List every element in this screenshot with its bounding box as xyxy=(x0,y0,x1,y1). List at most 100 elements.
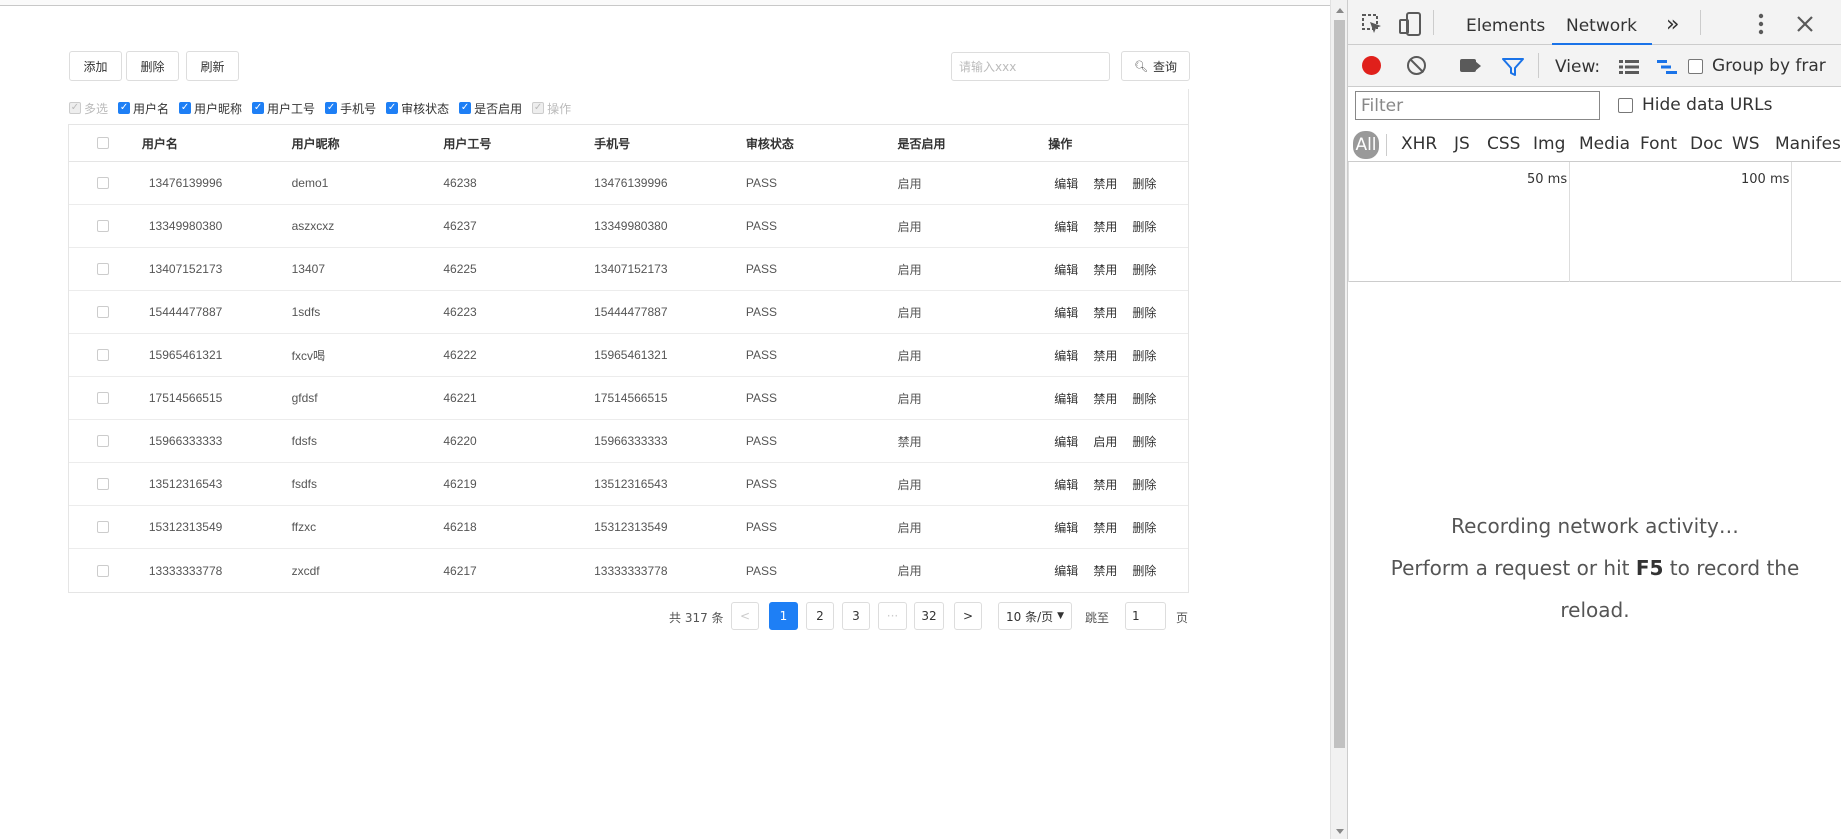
next-page-button[interactable]: > xyxy=(954,602,982,630)
row-checkbox[interactable] xyxy=(96,349,109,361)
toggle-enable-link[interactable]: 禁用 xyxy=(1093,562,1117,579)
page-ellipsis-button[interactable]: ··· xyxy=(878,602,907,630)
delete-link[interactable]: 删除 xyxy=(1132,390,1156,407)
type-filter-ws[interactable]: WS xyxy=(1732,134,1760,154)
page-size-select[interactable]: 10 条/页 ▼ xyxy=(998,602,1072,630)
delete-link[interactable]: 删除 xyxy=(1132,261,1156,278)
row-checkbox[interactable] xyxy=(96,564,109,577)
hide-data-urls-option[interactable]: Hide data URLs xyxy=(1618,95,1772,115)
toggle-enable-link[interactable]: 启用 xyxy=(1093,433,1117,450)
type-filter-manifest[interactable]: Manifes xyxy=(1775,134,1841,154)
edit-link[interactable]: 编辑 xyxy=(1054,562,1078,579)
edit-link[interactable]: 编辑 xyxy=(1054,476,1078,493)
delete-button[interactable]: 删除 xyxy=(126,51,179,81)
column-toggle[interactable]: ✓ 用户工号 xyxy=(252,100,315,117)
delete-link[interactable]: 删除 xyxy=(1132,562,1156,579)
column-toggle-checkbox[interactable]: ✓ xyxy=(386,102,399,114)
clear-icon[interactable] xyxy=(1407,56,1426,75)
delete-link[interactable]: 删除 xyxy=(1132,519,1156,536)
network-timeline-overview[interactable]: 50 ms 100 ms xyxy=(1348,162,1841,282)
record-icon[interactable] xyxy=(1362,56,1381,75)
delete-link[interactable]: 删除 xyxy=(1132,175,1156,192)
toggle-enable-link[interactable]: 禁用 xyxy=(1093,261,1117,278)
toggle-enable-link[interactable]: 禁用 xyxy=(1093,519,1117,536)
camera-icon[interactable] xyxy=(1460,59,1481,72)
tab-network[interactable]: Network xyxy=(1566,16,1637,36)
column-toggle[interactable]: ✓ 用户昵称 xyxy=(179,100,242,117)
row-checkbox[interactable] xyxy=(96,521,109,533)
page-1-button[interactable]: 1 xyxy=(769,602,798,630)
row-checkbox[interactable] xyxy=(96,435,109,447)
edit-link[interactable]: 编辑 xyxy=(1054,261,1078,278)
page-scrollbar[interactable] xyxy=(1330,0,1347,839)
type-filter-font[interactable]: Font xyxy=(1640,134,1677,154)
column-toggle-checkbox[interactable]: ✓ xyxy=(118,102,131,114)
more-tabs-icon[interactable]: » xyxy=(1666,12,1679,37)
column-toggle-checkbox[interactable]: ✓ xyxy=(325,102,338,114)
select-all-checkbox[interactable] xyxy=(96,137,109,149)
toggle-enable-link[interactable]: 禁用 xyxy=(1093,390,1117,407)
scrollbar-thumb[interactable] xyxy=(1334,20,1345,748)
add-button[interactable]: 添加 xyxy=(69,51,122,81)
row-checkbox[interactable] xyxy=(96,177,109,189)
edit-link[interactable]: 编辑 xyxy=(1054,390,1078,407)
row-checkbox[interactable] xyxy=(96,220,109,232)
row-checkbox[interactable] xyxy=(96,263,109,275)
page-3-button[interactable]: 3 xyxy=(842,602,870,630)
type-filter-doc[interactable]: Doc xyxy=(1690,134,1723,154)
hide-data-urls-checkbox[interactable] xyxy=(1618,97,1633,113)
edit-link[interactable]: 编辑 xyxy=(1054,347,1078,364)
column-toggle-checkbox[interactable]: ✓ xyxy=(252,102,265,114)
row-checkbox[interactable] xyxy=(96,478,109,490)
toggle-enable-link[interactable]: 禁用 xyxy=(1093,218,1117,235)
delete-link[interactable]: 删除 xyxy=(1132,304,1156,321)
group-by-frame-checkbox[interactable] xyxy=(1688,58,1703,74)
row-checkbox[interactable] xyxy=(96,306,109,318)
edit-link[interactable]: 编辑 xyxy=(1054,519,1078,536)
column-toggle[interactable]: ✓ 是否启用 xyxy=(459,100,522,117)
type-filter-img[interactable]: Img xyxy=(1533,134,1565,154)
toggle-enable-link[interactable]: 禁用 xyxy=(1093,175,1117,192)
column-toggle[interactable]: ✓ 审核状态 xyxy=(386,100,449,117)
type-filter-xhr[interactable]: XHR xyxy=(1401,134,1437,154)
edit-link[interactable]: 编辑 xyxy=(1054,433,1078,450)
type-filter-media[interactable]: Media xyxy=(1579,134,1630,154)
tab-elements[interactable]: Elements xyxy=(1466,16,1545,36)
jump-page-input[interactable]: 1 xyxy=(1125,602,1166,630)
edit-link[interactable]: 编辑 xyxy=(1054,218,1078,235)
waterfall-view-icon[interactable] xyxy=(1656,59,1678,75)
kebab-menu-icon[interactable] xyxy=(1758,13,1764,35)
delete-link[interactable]: 删除 xyxy=(1132,476,1156,493)
inspect-element-icon[interactable] xyxy=(1361,13,1383,35)
type-filter-js[interactable]: JS xyxy=(1454,134,1470,154)
edit-link[interactable]: 编辑 xyxy=(1054,175,1078,192)
filter-input[interactable]: Filter xyxy=(1355,91,1600,120)
delete-link[interactable]: 删除 xyxy=(1132,218,1156,235)
group-by-frame-option[interactable]: Group by frar xyxy=(1688,56,1826,76)
row-checkbox[interactable] xyxy=(96,392,109,404)
search-input[interactable]: 请输入xxx xyxy=(951,52,1110,81)
column-toggle-checkbox[interactable]: ✓ xyxy=(459,102,472,114)
prev-page-button[interactable]: < xyxy=(731,602,759,630)
delete-link[interactable]: 删除 xyxy=(1132,433,1156,450)
page-32-button[interactable]: 32 xyxy=(914,602,944,630)
list-view-icon[interactable] xyxy=(1618,59,1640,75)
device-toolbar-icon[interactable] xyxy=(1398,11,1422,37)
toggle-enable-link[interactable]: 禁用 xyxy=(1093,304,1117,321)
close-icon[interactable] xyxy=(1796,15,1814,33)
page-2-button[interactable]: 2 xyxy=(806,602,834,630)
edit-link[interactable]: 编辑 xyxy=(1054,304,1078,321)
search-button[interactable]: 🔍︎ 查询 xyxy=(1121,51,1190,81)
column-toggle[interactable]: ✓ 用户名 xyxy=(118,100,169,117)
filter-icon[interactable] xyxy=(1502,57,1524,77)
column-toggle[interactable]: ✓ 手机号 xyxy=(325,100,376,117)
toggle-enable-link[interactable]: 禁用 xyxy=(1093,347,1117,364)
column-toggle-checkbox[interactable]: ✓ xyxy=(179,102,192,114)
scroll-up-arrow-icon[interactable] xyxy=(1336,8,1344,13)
type-filter-all[interactable]: All xyxy=(1353,131,1379,159)
delete-link[interactable]: 删除 xyxy=(1132,347,1156,364)
toggle-enable-link[interactable]: 禁用 xyxy=(1093,476,1117,493)
type-filter-css[interactable]: CSS xyxy=(1487,134,1520,154)
refresh-button[interactable]: 刷新 xyxy=(186,51,239,81)
scroll-down-arrow-icon[interactable] xyxy=(1336,829,1344,834)
